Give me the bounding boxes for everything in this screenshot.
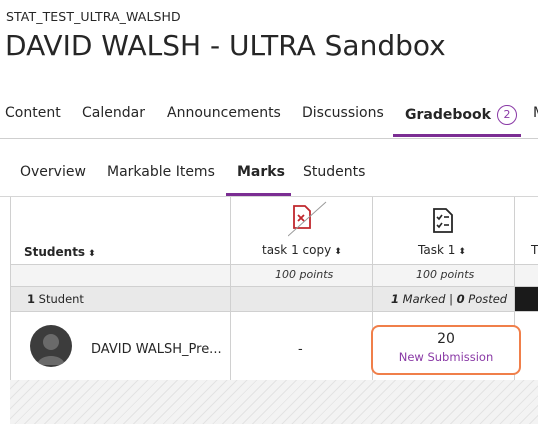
points-row: 100 points 100 points <box>10 264 538 286</box>
active-subtab-indicator <box>226 193 291 196</box>
marked-label: Marked <box>402 292 446 306</box>
grades-grid: 100 points 100 points 1 Student 1 Marked… <box>0 197 538 424</box>
task1-grade-value: 20 <box>437 331 455 347</box>
task1-copy-column-header[interactable]: task 1 copy ⬍ <box>262 243 342 257</box>
subtab-marks[interactable]: Marks <box>237 164 285 180</box>
subtab-overview[interactable]: Overview <box>20 164 86 180</box>
tab-gradebook-label: Gradebook <box>405 107 491 123</box>
task1-copy-points: 100 points <box>275 268 334 281</box>
posted-count: 0 <box>456 292 465 306</box>
gradebook-count-badge: 2 <box>496 105 517 125</box>
empty-rows-area <box>10 380 538 424</box>
sort-icon[interactable]: ⬍ <box>88 249 96 259</box>
task1-copy-title: task 1 copy <box>262 243 332 257</box>
summary-row: 1 Student 1 Marked | 0 Posted <box>10 287 538 311</box>
task1-grade-cell[interactable]: 20 New Submission <box>371 325 521 375</box>
summary-column-marker <box>515 287 538 311</box>
grid-divider <box>10 264 538 265</box>
gradebook-subnav: Overview Markable Items Marks Students <box>0 152 538 197</box>
task1-column-header[interactable]: Task 1 ⬍ <box>418 243 466 257</box>
course-title: DAVID WALSH - ULTRA Sandbox <box>5 29 446 62</box>
grid-divider <box>10 286 538 287</box>
tab-more[interactable]: M <box>533 105 538 121</box>
sort-icon[interactable]: ⬍ <box>334 247 342 257</box>
subtab-markable-items[interactable]: Markable Items <box>107 164 215 180</box>
avatar <box>30 325 72 367</box>
tab-content[interactable]: Content <box>5 105 61 121</box>
task1-title: Task 1 <box>418 243 456 257</box>
posted-label: Posted <box>468 292 508 306</box>
course-id: STAT_TEST_ULTRA_WALSHD <box>6 9 181 24</box>
hidden-document-icon <box>287 200 330 244</box>
summary-separator: | <box>449 292 453 306</box>
marked-posted-summary: 1 Marked | 0 Posted <box>391 292 507 306</box>
tab-gradebook[interactable]: Gradebook 2 <box>405 105 517 125</box>
next-column-header[interactable]: T <box>531 243 538 257</box>
active-tab-indicator <box>393 134 521 137</box>
task1-points: 100 points <box>416 268 475 281</box>
student-count-label: Student <box>38 292 84 306</box>
sort-icon[interactable]: ⬍ <box>458 247 466 257</box>
subtab-students[interactable]: Students <box>303 164 365 180</box>
new-submission-link[interactable]: New Submission <box>373 350 519 364</box>
students-column-header[interactable]: Students ⬍ <box>24 245 96 259</box>
checklist-document-icon <box>431 208 457 238</box>
course-nav: Content Calendar Announcements Discussio… <box>0 93 538 139</box>
student-count: 1 Student <box>27 292 84 306</box>
tab-calendar[interactable]: Calendar <box>82 105 145 121</box>
tab-announcements[interactable]: Announcements <box>167 105 281 121</box>
grid-divider <box>10 311 538 312</box>
student-count-value: 1 <box>27 292 36 306</box>
marked-count: 1 <box>391 292 400 306</box>
tab-discussions[interactable]: Discussions <box>302 105 384 121</box>
task1-copy-grade[interactable]: - <box>298 342 303 357</box>
students-header-label: Students <box>24 245 86 259</box>
student-name[interactable]: DAVID WALSH_Pre... <box>91 342 222 357</box>
